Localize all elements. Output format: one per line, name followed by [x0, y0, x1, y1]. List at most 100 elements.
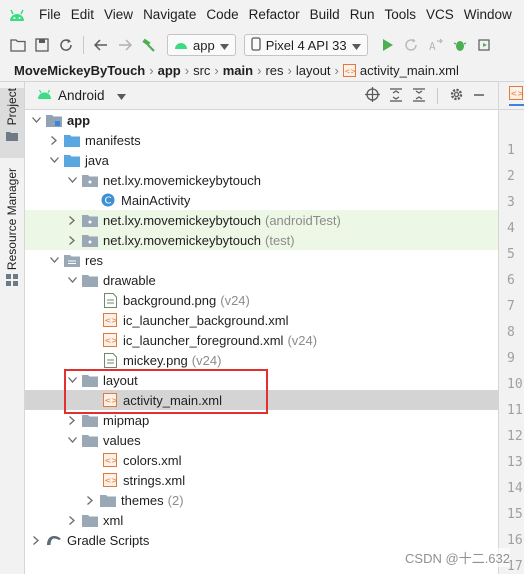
xml-file-icon: <>: [509, 86, 524, 103]
run-play-icon[interactable]: [376, 33, 400, 57]
image-file-icon: [102, 352, 118, 368]
tree-item-res[interactable]: res: [25, 250, 498, 270]
minimize-icon[interactable]: [473, 89, 485, 104]
chevron-down-icon: [219, 38, 229, 53]
tree-item-ic-launcher-foreground[interactable]: <> ic_launcher_foreground.xml (v24): [25, 330, 498, 350]
tree-item-colors-xml[interactable]: <> colors.xml: [25, 450, 498, 470]
chevron-right-icon[interactable]: [30, 530, 42, 550]
project-tool-tab[interactable]: Project: [0, 88, 24, 158]
chevron-down-icon[interactable]: [30, 110, 42, 130]
tree-item-java[interactable]: java: [25, 150, 498, 170]
breadcrumb-file[interactable]: activity_main.xml: [360, 63, 459, 78]
tree-item-label: net.lxy.movemickeybytouch: [103, 172, 261, 188]
back-arrow-icon[interactable]: [89, 33, 113, 57]
chevron-down-icon[interactable]: [66, 270, 78, 290]
menu-view[interactable]: View: [99, 0, 138, 30]
breadcrumb-src[interactable]: src: [193, 63, 210, 78]
menu-window[interactable]: Window: [459, 0, 517, 30]
line-number: 13: [507, 455, 523, 470]
chevron-down-icon[interactable]: [66, 430, 78, 450]
tree-item-label: Gradle Scripts: [67, 532, 150, 548]
resource-manager-tool-tab[interactable]: Resource Manager: [0, 168, 24, 290]
tree-item-label: MainActivity: [121, 192, 191, 208]
tree-item-themes[interactable]: themes (2): [25, 490, 498, 510]
breadcrumb-app[interactable]: app: [158, 63, 181, 78]
menu-navigate[interactable]: Navigate: [138, 0, 201, 30]
chevron-right-icon[interactable]: [66, 510, 78, 530]
chevron-down-icon[interactable]: [66, 170, 78, 190]
chevron-right-icon[interactable]: [66, 230, 78, 250]
tree-item-mickey-png[interactable]: mickey.png (v24): [25, 350, 498, 370]
chevron-down-icon[interactable]: [48, 150, 60, 170]
menu-vcs[interactable]: VCS: [421, 0, 459, 30]
breadcrumb-layout[interactable]: layout: [296, 63, 331, 78]
svg-text:<>: <>: [105, 336, 118, 345]
tree-item-package-androidtest[interactable]: net.lxy.movemickeybytouch (androidTest): [25, 210, 498, 230]
line-number: 8: [507, 325, 515, 340]
tree-item-mainactivity[interactable]: C MainActivity: [25, 190, 498, 210]
editor-tab-strip: <>: [498, 82, 524, 110]
tree-item-label: themes: [121, 492, 164, 508]
breadcrumb-res[interactable]: res: [265, 63, 283, 78]
tree-item-label: java: [85, 152, 109, 168]
build-hammer-icon[interactable]: [137, 33, 161, 57]
tree-item-app[interactable]: app: [25, 110, 498, 130]
view-mode-dropdown[interactable]: Android: [37, 88, 126, 103]
collapse-all-icon[interactable]: [412, 87, 426, 105]
expand-all-icon[interactable]: [389, 87, 403, 105]
tree-item-drawable[interactable]: drawable: [25, 270, 498, 290]
menu-refactor[interactable]: Refactor: [244, 0, 305, 30]
tree-item-ic-launcher-background[interactable]: <> ic_launcher_background.xml: [25, 310, 498, 330]
chevron-right-icon[interactable]: [48, 130, 60, 150]
tree-item-label: background.png: [123, 292, 217, 308]
chevron-right-icon[interactable]: [84, 490, 96, 510]
tree-item-suffix: (test): [265, 232, 295, 248]
panel-divider: [437, 88, 438, 104]
chevron-down-icon[interactable]: [48, 250, 60, 270]
menu-build[interactable]: Build: [305, 0, 345, 30]
folder-icon: [64, 132, 80, 148]
open-folder-icon[interactable]: [6, 33, 30, 57]
menu-edit[interactable]: Edit: [66, 0, 99, 30]
line-number: 7: [507, 299, 515, 314]
menu-file[interactable]: File: [34, 0, 66, 30]
package-folder-icon: [82, 232, 98, 248]
gear-icon[interactable]: [449, 87, 464, 105]
tree-item-package[interactable]: net.lxy.movemickeybytouch: [25, 170, 498, 190]
android-icon: [174, 38, 188, 53]
breadcrumb-project[interactable]: MoveMickeyByTouch: [14, 63, 145, 78]
chevron-right-icon[interactable]: [66, 210, 78, 230]
locate-target-icon[interactable]: [365, 87, 380, 105]
tree-item-background-png[interactable]: background.png (v24): [25, 290, 498, 310]
package-folder-icon: [82, 172, 98, 188]
sync-icon[interactable]: [54, 33, 78, 57]
folder-icon: [64, 152, 80, 168]
gradle-icon: [46, 532, 62, 548]
save-icon[interactable]: [30, 33, 54, 57]
apply-changes-icon[interactable]: [400, 33, 424, 57]
line-number: 9: [507, 351, 515, 366]
xml-file-icon: <>: [102, 332, 118, 348]
watermark-text: CSDN @十二.632: [405, 548, 510, 567]
folder-icon: [82, 272, 98, 288]
breadcrumb-separator-icon: ›: [214, 63, 219, 78]
tree-item-xml[interactable]: xml: [25, 510, 498, 530]
tree-item-gradle-scripts[interactable]: Gradle Scripts: [25, 530, 498, 550]
tree-item-label: app: [67, 112, 91, 128]
forward-arrow-icon[interactable]: [113, 33, 137, 57]
debug-bug-icon[interactable]: [448, 33, 472, 57]
tree-item-values[interactable]: values: [25, 430, 498, 450]
line-number: 5: [507, 247, 515, 262]
tree-item-manifests[interactable]: manifests: [25, 130, 498, 150]
menu-tools[interactable]: Tools: [379, 0, 421, 30]
apply-code-changes-icon[interactable]: A: [424, 33, 448, 57]
run-configuration-dropdown[interactable]: app: [167, 34, 236, 56]
menu-code[interactable]: Code: [201, 0, 243, 30]
breadcrumb-main[interactable]: main: [223, 63, 253, 78]
tree-item-package-test[interactable]: net.lxy.movemickeybytouch (test): [25, 230, 498, 250]
editor-tab-activity-main[interactable]: <>: [509, 86, 524, 106]
device-dropdown[interactable]: Pixel 4 API 33: [243, 34, 368, 56]
attach-debugger-icon[interactable]: [472, 33, 496, 57]
tree-item-strings-xml[interactable]: <> strings.xml: [25, 470, 498, 490]
menu-run[interactable]: Run: [345, 0, 380, 30]
